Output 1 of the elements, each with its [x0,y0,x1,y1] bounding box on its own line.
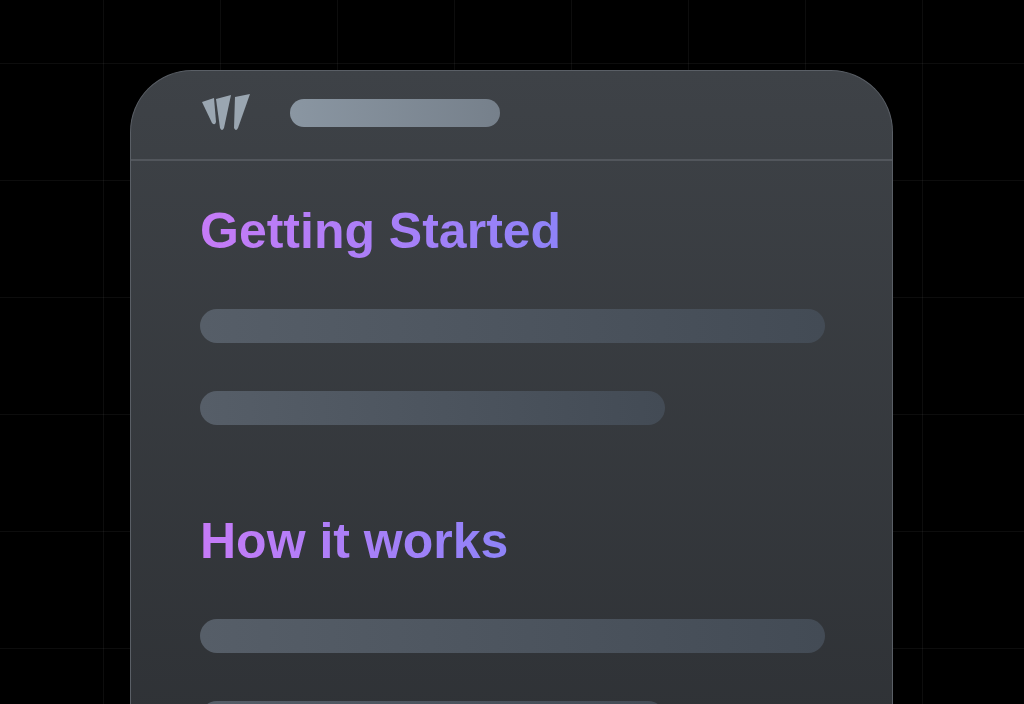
logo-icon [200,94,252,132]
